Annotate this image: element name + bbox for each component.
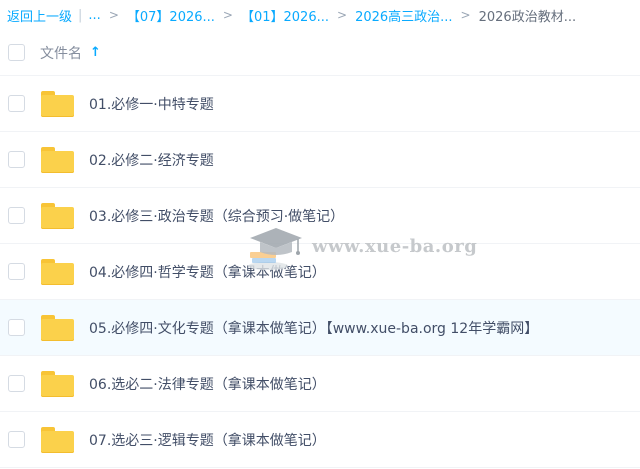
file-name[interactable]: 03.必修三·政治专题（综合预习·做笔记） xyxy=(89,206,344,226)
chevron-right-icon: > xyxy=(460,8,471,22)
folder-icon xyxy=(41,427,74,453)
arrow-up-icon: ↑ xyxy=(90,45,101,60)
chevron-right-icon: > xyxy=(337,8,348,22)
file-list-header: 文件名 ↑ xyxy=(0,30,640,76)
row-checkbox[interactable] xyxy=(8,319,25,336)
file-name[interactable]: 04.必修四·哲学专题（拿课本做笔记） xyxy=(89,262,326,282)
folder-icon xyxy=(41,259,74,285)
file-name[interactable]: 07.选必三·逻辑专题（拿课本做笔记） xyxy=(89,430,326,450)
file-row[interactable]: 05.必修四·文化专题（拿课本做笔记）【www.xue-ba.org 12年学霸… xyxy=(0,300,640,356)
file-row[interactable]: 04.必修四·哲学专题（拿课本做笔记） xyxy=(0,244,640,300)
breadcrumb-current: 2026政治教材... xyxy=(478,9,577,25)
row-checkbox[interactable] xyxy=(8,263,25,280)
breadcrumb-ellipsis[interactable]: ... xyxy=(88,8,100,23)
breadcrumb-item-2[interactable]: 【01】2026... xyxy=(241,6,329,25)
file-row[interactable]: 06.选必二·法律专题（拿课本做笔记） xyxy=(0,356,640,412)
file-name[interactable]: 02.必修二·经济专题 xyxy=(89,150,214,170)
row-checkbox[interactable] xyxy=(8,151,25,168)
row-checkbox[interactable] xyxy=(8,375,25,392)
file-row[interactable]: 02.必修二·经济专题 xyxy=(0,132,640,188)
folder-icon xyxy=(41,371,74,397)
breadcrumb: 返回上一级 | ... > 【07】2026... > 【01】2026... … xyxy=(0,0,640,30)
chevron-right-icon: > xyxy=(222,8,233,22)
column-header-label: 文件名 xyxy=(40,45,82,62)
folder-icon xyxy=(41,147,74,173)
folder-icon xyxy=(41,315,74,341)
back-link[interactable]: 返回上一级 xyxy=(7,6,72,25)
breadcrumb-item-3[interactable]: 2026高三政治... xyxy=(355,6,452,25)
file-name[interactable]: 06.选必二·法律专题（拿课本做笔记） xyxy=(89,374,326,394)
column-header-filename[interactable]: 文件名 ↑ xyxy=(40,43,101,63)
folder-icon xyxy=(41,91,74,117)
row-checkbox[interactable] xyxy=(8,207,25,224)
file-row[interactable]: 07.选必三·逻辑专题（拿课本做笔记） xyxy=(0,412,640,468)
folder-icon xyxy=(41,203,74,229)
file-name[interactable]: 01.必修一·中特专题 xyxy=(89,94,214,114)
select-all-checkbox[interactable] xyxy=(8,44,25,61)
row-checkbox[interactable] xyxy=(8,95,25,112)
breadcrumb-divider: | xyxy=(78,7,83,23)
row-checkbox[interactable] xyxy=(8,431,25,448)
file-name[interactable]: 05.必修四·文化专题（拿课本做笔记）【www.xue-ba.org 12年学霸… xyxy=(89,318,538,338)
breadcrumb-item-1[interactable]: 【07】2026... xyxy=(127,6,215,25)
file-row[interactable]: 01.必修一·中特专题 xyxy=(0,76,640,132)
file-row[interactable]: 03.必修三·政治专题（综合预习·做笔记） xyxy=(0,188,640,244)
chevron-right-icon: > xyxy=(108,8,119,22)
